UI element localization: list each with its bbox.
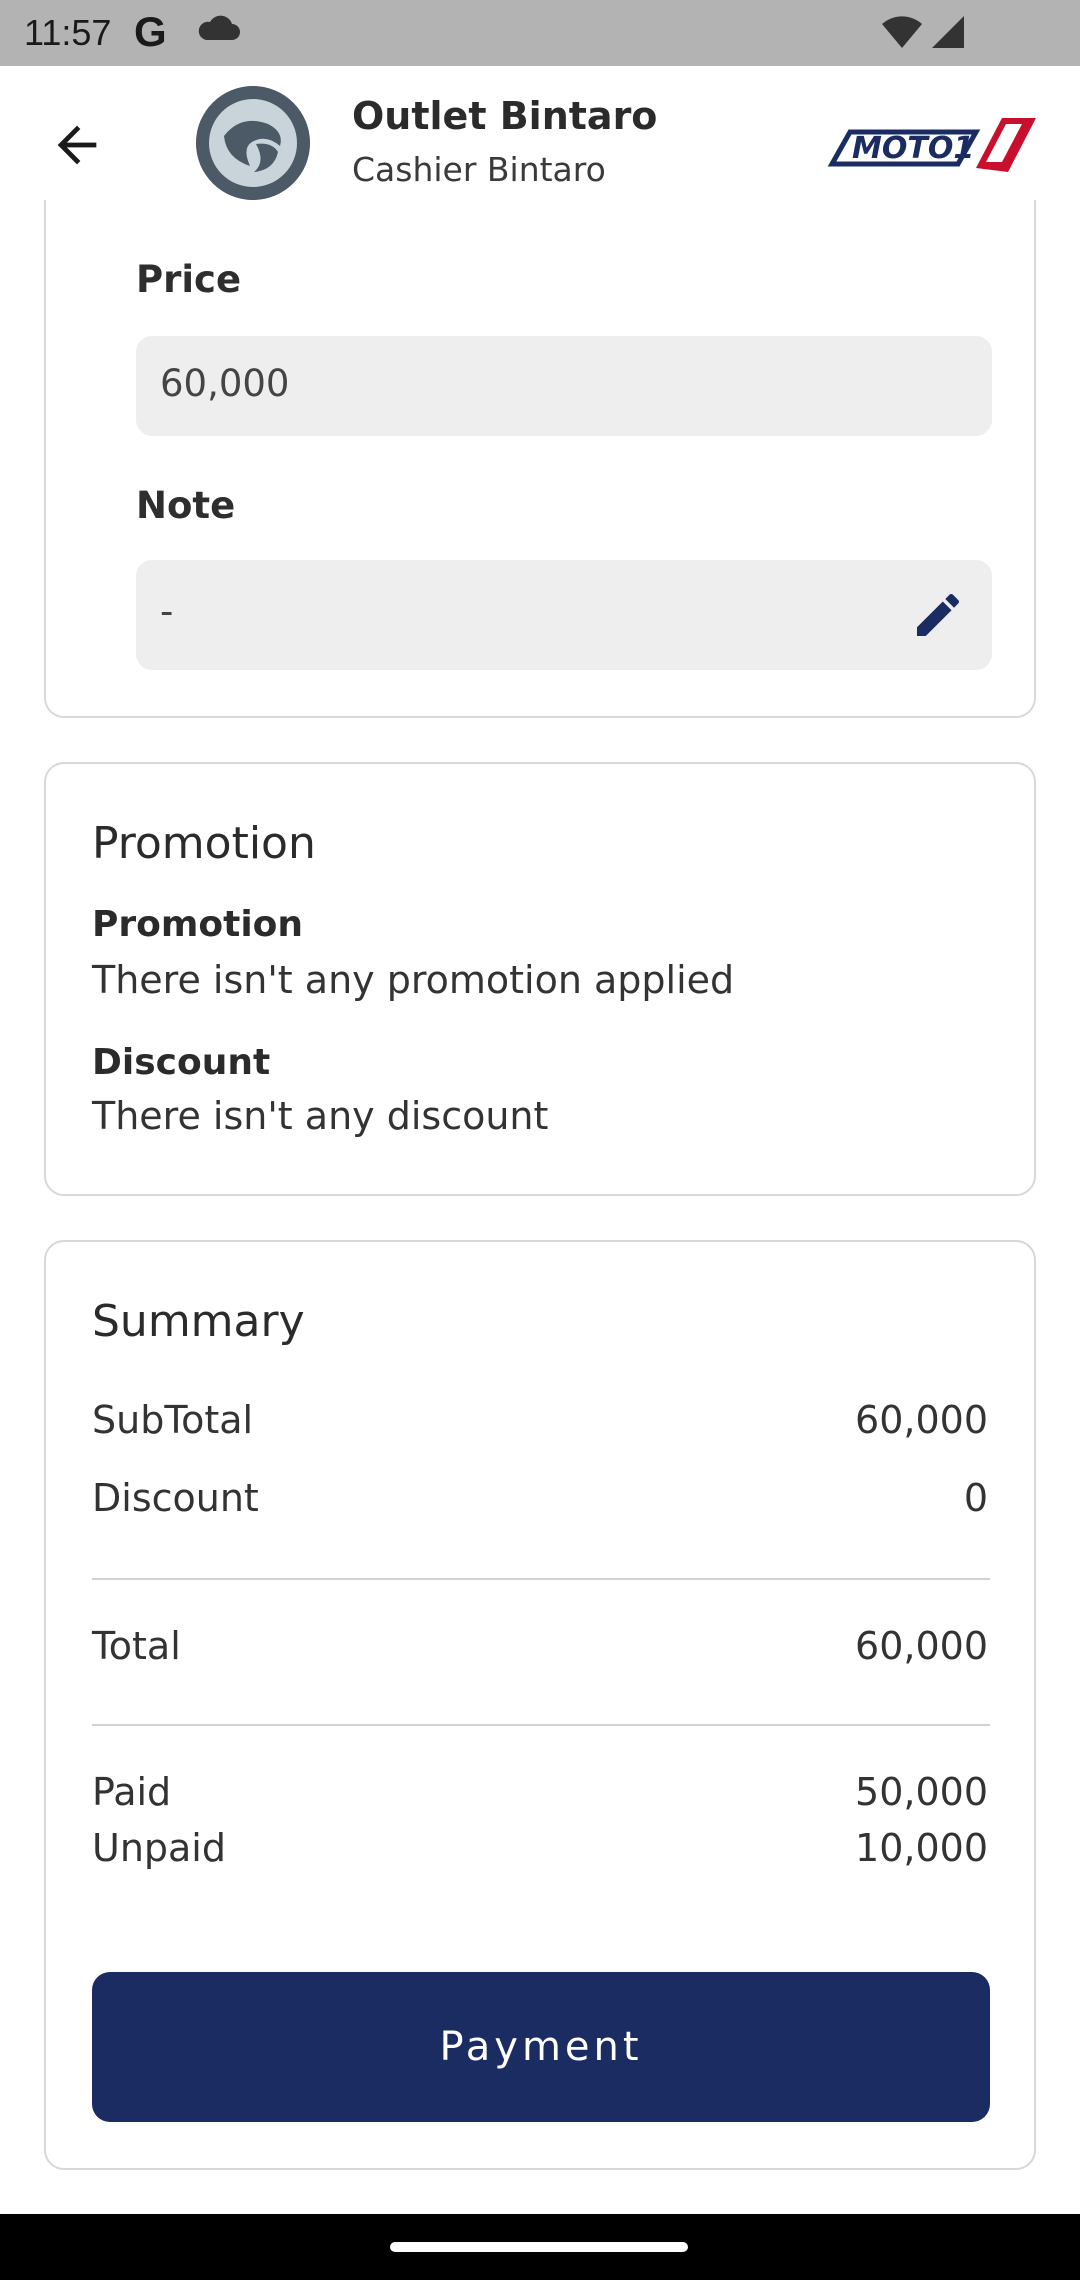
divider bbox=[92, 1578, 990, 1580]
subtotal-value: 60,000 bbox=[855, 1398, 988, 1442]
google-g-icon: G bbox=[134, 8, 167, 55]
status-bar: 11:57 G bbox=[0, 0, 1080, 66]
cloud-icon bbox=[198, 15, 240, 40]
payment-button[interactable]: Payment bbox=[92, 1972, 990, 2122]
total-label: Total bbox=[92, 1624, 181, 1668]
pencil-icon[interactable] bbox=[910, 587, 966, 643]
promotion-label: Promotion bbox=[92, 904, 304, 945]
moto1-logo: MOTO1 bbox=[827, 118, 1036, 172]
item-detail-card: Price 60,000 Note - bbox=[44, 200, 1036, 718]
summary-card: Summary SubTotal 60,000 Discount 0 Total… bbox=[44, 1240, 1036, 2170]
promotion-text: There isn't any promotion applied bbox=[92, 958, 735, 1002]
price-field: 60,000 bbox=[136, 336, 992, 436]
summary-card-title: Summary bbox=[92, 1296, 305, 1347]
outlet-title: Outlet Bintaro bbox=[352, 94, 658, 138]
arrow-left-icon[interactable] bbox=[48, 116, 106, 174]
note-label: Note bbox=[136, 484, 236, 527]
unpaid-value: 10,000 bbox=[855, 1826, 988, 1870]
unpaid-label: Unpaid bbox=[92, 1826, 226, 1870]
price-value: 60,000 bbox=[160, 362, 290, 405]
wifi-icon bbox=[882, 16, 922, 48]
paid-value: 50,000 bbox=[855, 1770, 988, 1814]
price-label: Price bbox=[136, 258, 242, 301]
paid-label: Paid bbox=[92, 1770, 172, 1814]
status-time: 11:57 bbox=[24, 12, 112, 53]
brand-logo-text: MOTO1 bbox=[852, 131, 974, 166]
home-gesture-pill[interactable] bbox=[390, 2242, 688, 2252]
note-value: - bbox=[160, 590, 174, 633]
total-value: 60,000 bbox=[855, 1624, 988, 1668]
outlet-avatar bbox=[196, 86, 310, 200]
discount-text: There isn't any discount bbox=[92, 1094, 549, 1138]
cashier-subtitle: Cashier Bintaro bbox=[352, 150, 606, 189]
subtotal-label: SubTotal bbox=[92, 1398, 254, 1442]
discount-row-label: Discount bbox=[92, 1476, 259, 1520]
signal-icon bbox=[932, 16, 964, 48]
promotion-card: Promotion Promotion There isn't any prom… bbox=[44, 762, 1036, 1196]
divider bbox=[92, 1724, 990, 1726]
app-header: Outlet Bintaro Cashier Bintaro MOTO1 bbox=[0, 66, 1080, 220]
promotion-card-title: Promotion bbox=[92, 818, 316, 869]
system-nav-bar bbox=[0, 2214, 1080, 2280]
discount-row-value: 0 bbox=[963, 1476, 988, 1520]
note-field[interactable]: - bbox=[136, 560, 992, 670]
discount-label: Discount bbox=[92, 1042, 271, 1083]
